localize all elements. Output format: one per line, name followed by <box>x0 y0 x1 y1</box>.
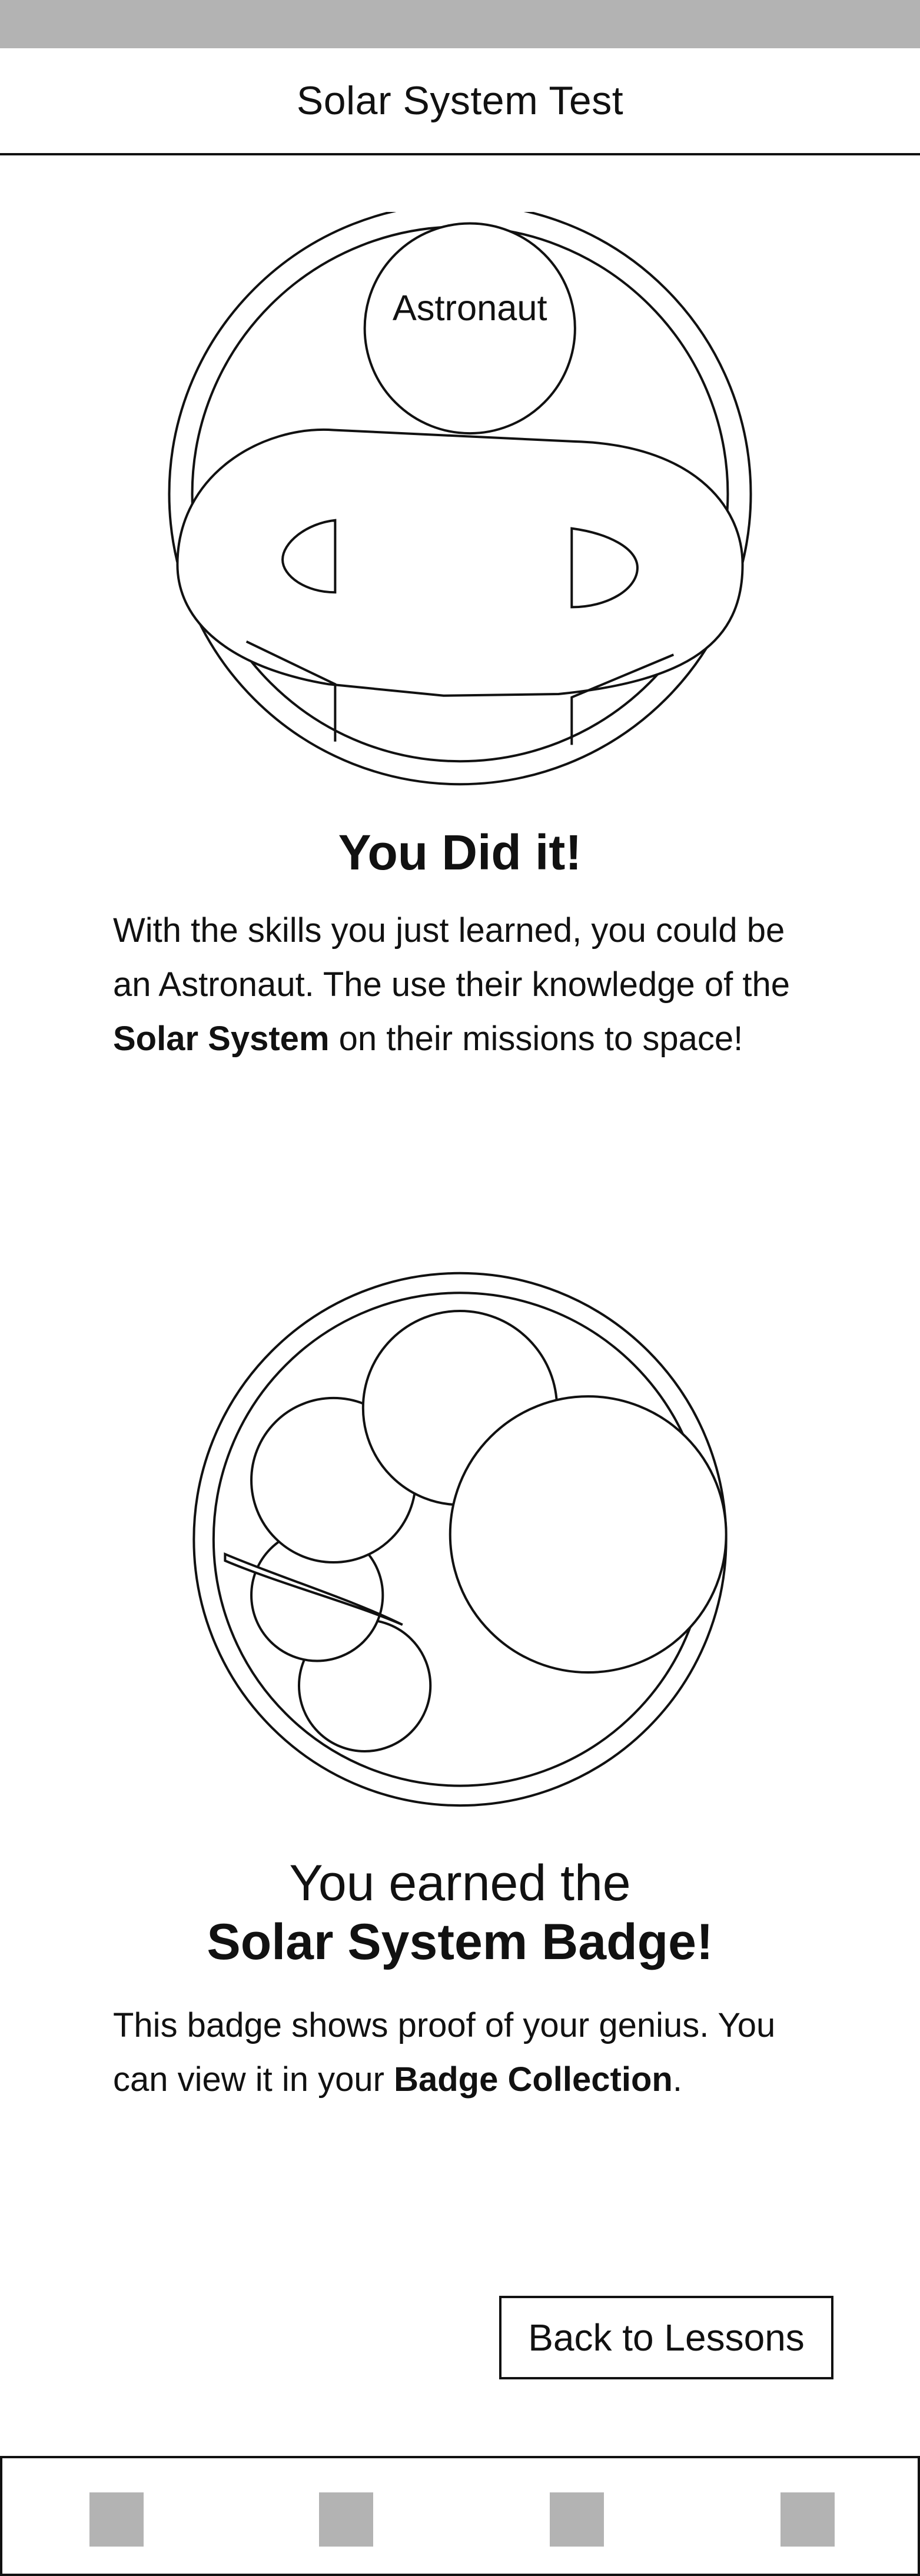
nav-item-3-placeholder-icon[interactable] <box>550 2492 604 2547</box>
badge-message: This badge shows proof of your genius. Y… <box>113 1999 819 2107</box>
success-text-part-1: With the skills you just learned, you co… <box>113 911 791 1004</box>
nav-item-1-placeholder-icon[interactable] <box>89 2492 144 2547</box>
nav-item-4-placeholder-icon[interactable] <box>780 2492 835 2547</box>
status-bar <box>0 0 920 48</box>
astronaut-illustration: Astronaut <box>0 212 920 786</box>
bottom-nav <box>0 2456 920 2576</box>
page-title: Solar System Test <box>296 78 624 123</box>
app-header: Solar System Test <box>0 48 920 155</box>
nav-item-2-placeholder-icon[interactable] <box>319 2492 373 2547</box>
success-text-emphasis: Solar System <box>113 1020 330 1058</box>
helmet-circle <box>365 224 575 434</box>
badge-collection-link: Badge Collection <box>394 2060 673 2099</box>
planet-large <box>450 1396 726 1672</box>
success-title: You Did it! <box>338 825 582 880</box>
badge-heading-line-2: Solar System Badge! <box>207 1914 713 1970</box>
badge-heading-line-1: You earned the <box>289 1855 631 1911</box>
back-to-lessons-button[interactable]: Back to Lessons <box>499 2296 833 2379</box>
success-message: With the skills you just learned, you co… <box>113 904 819 1066</box>
astronaut-body <box>177 430 742 696</box>
helmet-label: Astronaut <box>393 287 547 328</box>
solar-system-badge-illustration <box>0 1272 920 1822</box>
success-text-part-2: on their missions to space! <box>329 1020 743 1058</box>
badge-text-part-2: . <box>672 2060 682 2099</box>
